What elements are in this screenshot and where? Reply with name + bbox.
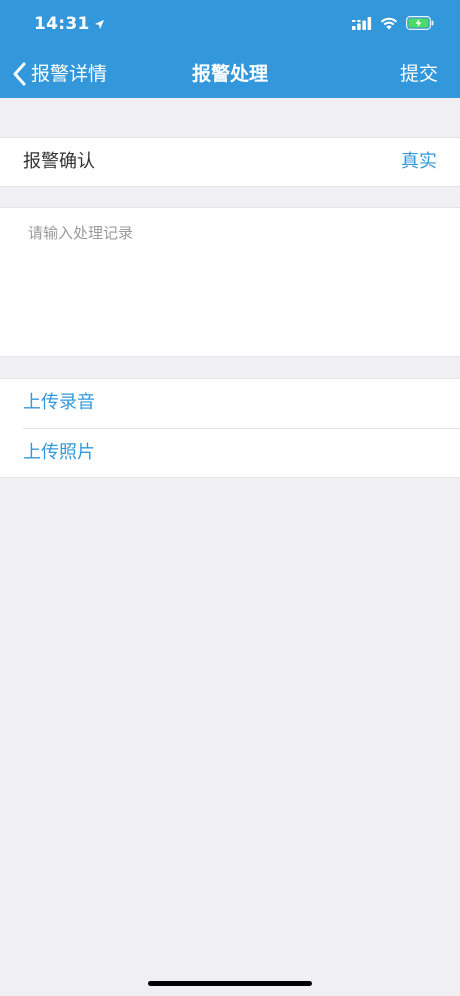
upload-photo-button[interactable]: 上传照片 xyxy=(0,429,460,478)
battery-charging-icon xyxy=(406,16,434,30)
app-header: 14:31 报警详情 报警处理 提交 xyxy=(0,0,460,98)
location-arrow-icon xyxy=(94,19,104,29)
navigation-bar: 报警详情 报警处理 提交 xyxy=(0,50,460,98)
status-indicators xyxy=(352,16,434,30)
status-time-text: 14:31 xyxy=(34,14,90,34)
status-bar: 14:31 xyxy=(0,0,460,50)
upload-photo-label: 上传照片 xyxy=(23,442,95,463)
home-indicator[interactable] xyxy=(148,981,312,986)
signal-icon xyxy=(352,16,372,30)
alarm-confirm-row[interactable]: 报警确认 真实 xyxy=(0,137,460,187)
record-input[interactable] xyxy=(22,222,450,342)
alarm-confirm-label: 报警确认 xyxy=(23,151,95,172)
wifi-icon xyxy=(380,17,398,29)
status-time: 14:31 xyxy=(34,14,105,34)
record-section xyxy=(0,207,460,357)
alarm-confirm-value[interactable]: 真实 xyxy=(401,150,437,174)
submit-button[interactable]: 提交 xyxy=(400,60,438,88)
upload-audio-label: 上传录音 xyxy=(23,392,95,413)
upload-audio-button[interactable]: 上传录音 xyxy=(0,379,460,429)
upload-section: 上传录音 上传照片 xyxy=(0,378,460,478)
page-title: 报警处理 xyxy=(191,63,268,85)
